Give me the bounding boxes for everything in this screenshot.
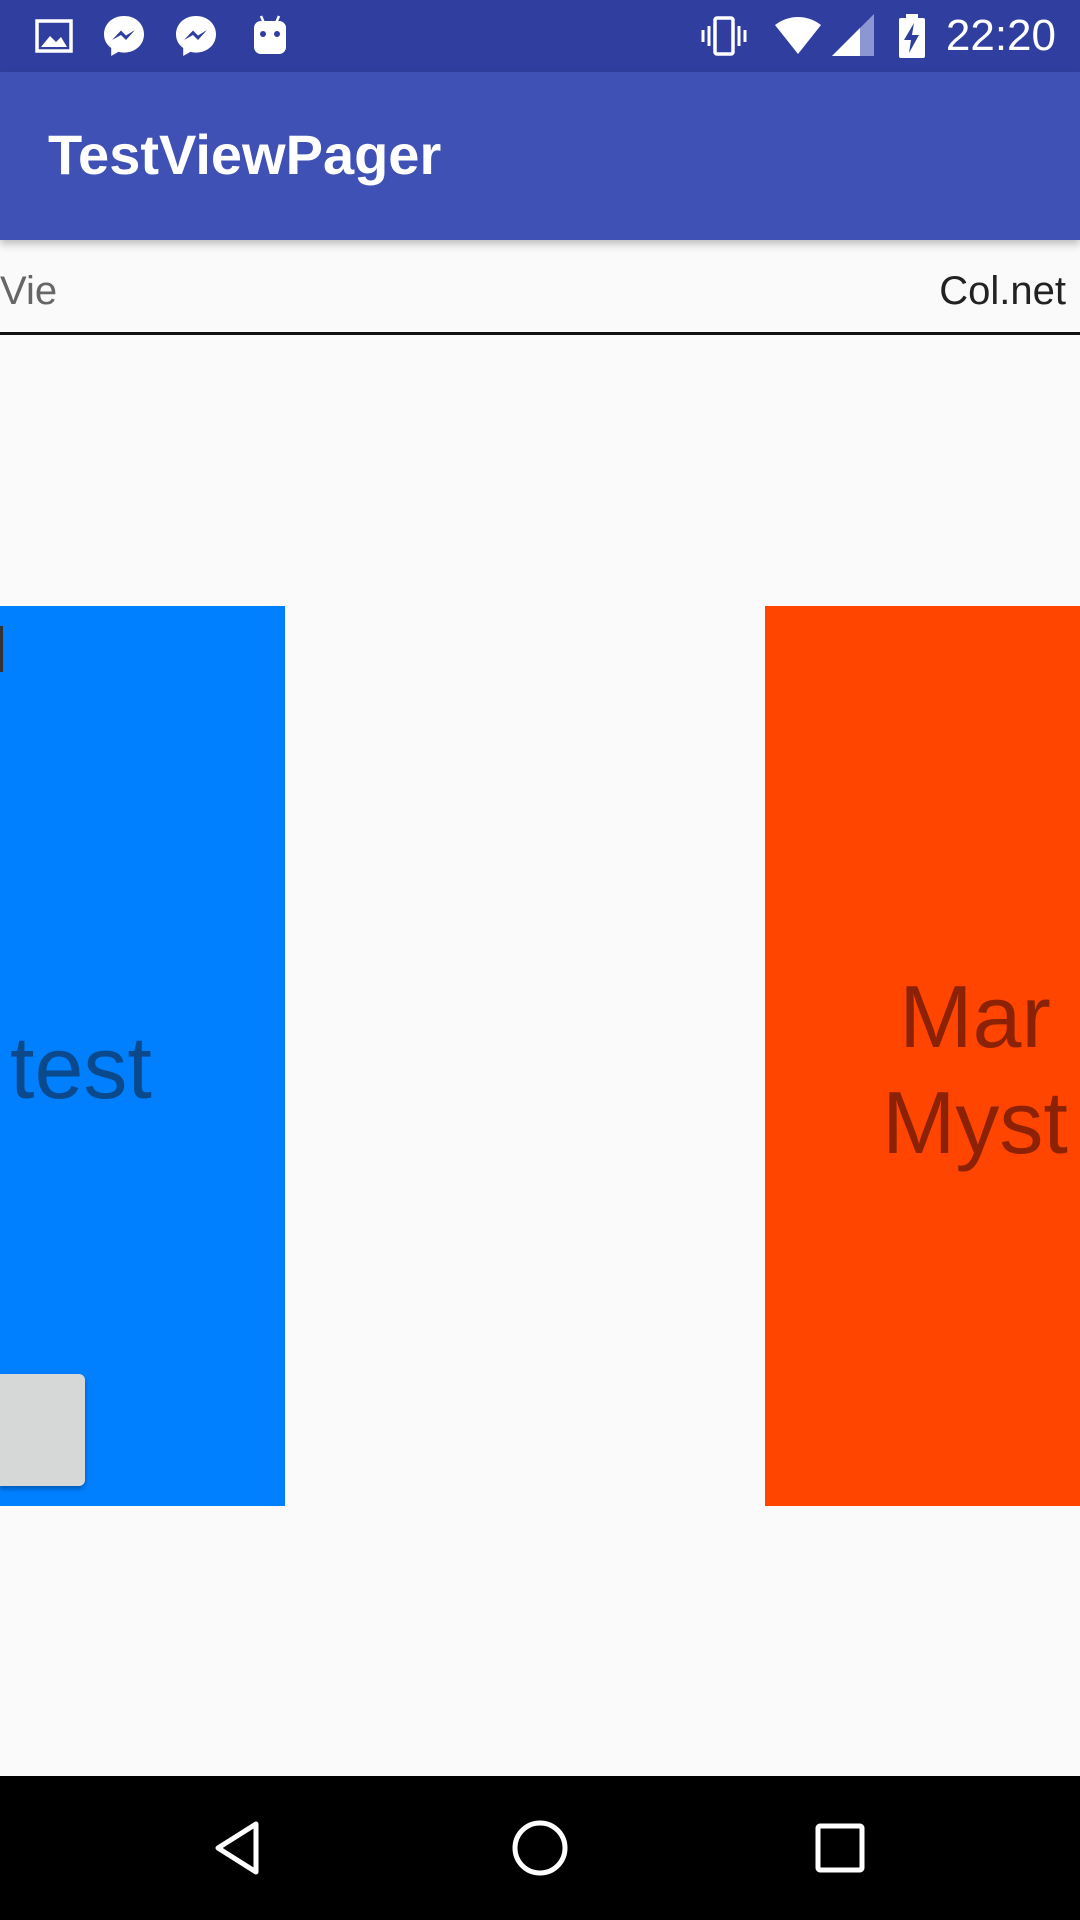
card-left-text: test [10,1018,152,1117]
battery-charging-icon [888,12,936,60]
tab-current[interactable]: Col.net [939,268,1066,314]
view-pager[interactable]: test Mar Myst [0,335,1080,1775]
card-right-text: Mar Myst [765,964,1080,1176]
gallery-icon [30,12,78,60]
status-bar: 22:20 [0,0,1080,72]
tab-previous[interactable]: Vie [0,268,57,314]
home-icon[interactable] [504,1812,576,1884]
status-clock: 22:20 [945,11,1056,60]
recents-icon[interactable] [804,1812,876,1884]
app-title: TestViewPager [48,123,442,186]
text-cursor [0,626,3,672]
navigation-bar [0,1776,1080,1920]
cell-signal-icon [830,12,878,60]
messenger-icon [172,12,220,60]
vibrate-icon [700,12,748,60]
card-right-text-line1: Mar [899,967,1051,1066]
tab-strip: Vie Col.net [0,240,1080,335]
card-left-button[interactable] [0,1374,85,1486]
card-right-text-line2: Myst [882,1073,1068,1172]
wifi-icon [774,12,822,60]
android-icon [246,12,294,60]
messenger-icon [100,12,148,60]
page-card-left[interactable]: test [0,606,285,1506]
app-bar: TestViewPager [0,72,1080,240]
page-card-right[interactable]: Mar Myst [765,606,1080,1506]
back-icon[interactable] [204,1812,276,1884]
